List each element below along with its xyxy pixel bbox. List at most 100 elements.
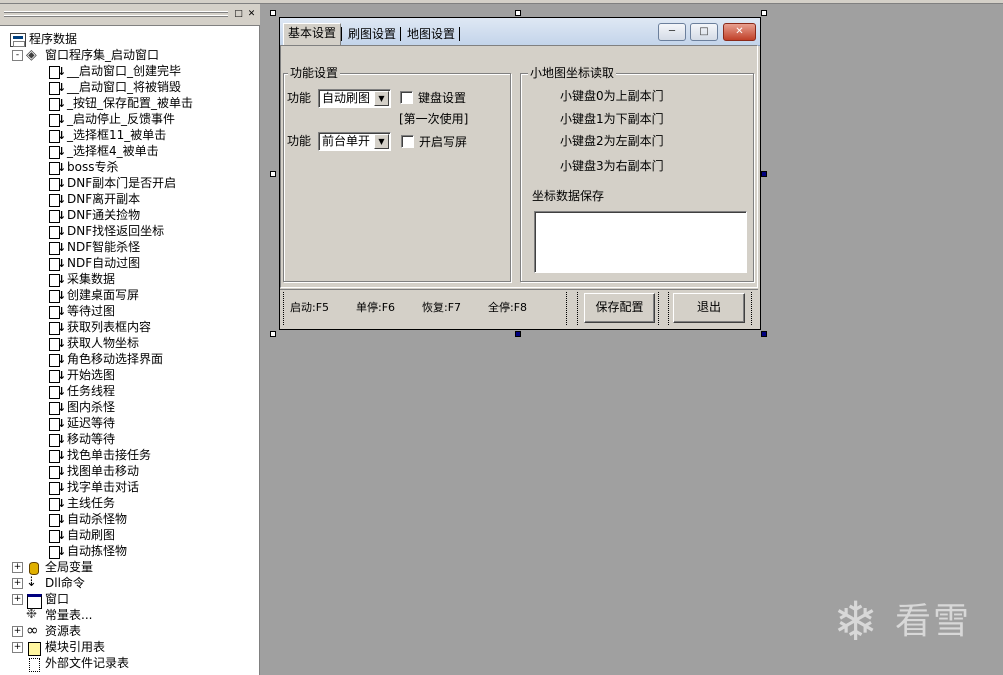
tree-item-subroutine[interactable]: _选择框4_被单击 xyxy=(48,143,159,160)
tree-item-subroutine[interactable]: 开始选图 xyxy=(48,367,115,384)
tab-map-settings[interactable]: 地图设置 xyxy=(403,25,459,45)
resize-handle[interactable] xyxy=(270,171,276,177)
close-icon[interactable]: ✕ xyxy=(246,9,257,20)
tree-item-section[interactable]: + Dll命令 xyxy=(12,575,85,591)
tree-item-subroutine[interactable]: DNF离开副本 xyxy=(48,191,141,208)
expand-icon[interactable]: + xyxy=(12,642,23,653)
expand-icon[interactable]: + xyxy=(12,594,23,605)
tree-item-window-set[interactable]: - 窗口程序集_启动窗口 xyxy=(12,47,159,63)
tree-root[interactable]: 程序数据 xyxy=(10,31,77,47)
resize-handle[interactable] xyxy=(761,171,767,177)
tree-item-subroutine[interactable]: 任务线程 xyxy=(48,383,115,400)
resize-handle[interactable] xyxy=(515,10,521,16)
tree-item-section[interactable]: + 全局变量 xyxy=(12,559,93,575)
tree-item-subroutine[interactable]: 自动拣怪物 xyxy=(48,543,127,560)
tree-item-subroutine[interactable]: __启动窗口_创建完毕 xyxy=(48,63,181,80)
collapse-icon[interactable]: - xyxy=(12,50,23,61)
subroutine-icon xyxy=(48,464,66,480)
tree-item-subroutine[interactable]: 获取列表框内容 xyxy=(48,319,151,336)
subroutine-icon xyxy=(48,224,66,240)
tree-item-subroutine[interactable]: 创建桌面写屏 xyxy=(48,287,139,304)
tree-item-label: DNF通关捡物 xyxy=(67,208,141,222)
hotkey-all-stop: 全停:F8 xyxy=(488,301,528,314)
tree-item-subroutine[interactable]: DNF找怪返回坐标 xyxy=(48,223,164,240)
chevron-down-icon[interactable]: ▼ xyxy=(374,134,389,149)
tree-item-subroutine[interactable]: 主线任务 xyxy=(48,495,115,512)
tree-item-subroutine[interactable]: _按钮_保存配置_被单击 xyxy=(48,95,193,112)
minimize-icon[interactable]: ─ xyxy=(658,23,686,41)
tree-item-subroutine[interactable]: 找图单击移动 xyxy=(48,463,140,480)
tree-item-subroutine[interactable]: 角色移动选择界面 xyxy=(48,351,163,368)
tree-item-subroutine[interactable]: 找字单击对话 xyxy=(48,479,139,496)
keypad-2-hint: 小键盘2为左副本门 xyxy=(560,134,664,148)
tree-item-subroutine[interactable]: 自动刷图 xyxy=(48,527,115,544)
maximize-icon[interactable]: □ xyxy=(690,23,718,41)
tree-item-subroutine[interactable]: NDF自动过图 xyxy=(48,255,140,272)
module-icon xyxy=(26,641,42,656)
label-border xyxy=(577,292,578,325)
screen-write-checkbox[interactable] xyxy=(401,135,414,148)
tab-brush-settings[interactable]: 刷图设置 xyxy=(344,25,400,45)
mode-select[interactable]: 自动刷图 ▼ xyxy=(318,89,391,108)
subroutine-icon xyxy=(48,528,66,544)
subroutine-icon xyxy=(48,64,66,80)
save-config-button[interactable]: 保存配置 xyxy=(584,293,655,323)
tree-item-subroutine[interactable]: 延迟等待 xyxy=(48,415,115,432)
subroutine-icon xyxy=(48,128,66,144)
resize-handle[interactable] xyxy=(761,331,767,337)
keyboard-settings-checkbox[interactable] xyxy=(400,91,413,104)
coords-data-textbox[interactable] xyxy=(534,211,747,273)
chevron-down-icon[interactable]: ▼ xyxy=(374,91,389,106)
tree-item-subroutine[interactable]: 自动杀怪物 xyxy=(48,511,127,528)
tree-item-subroutine[interactable]: 采集数据 xyxy=(48,271,115,288)
mode-select-value: 自动刷图 xyxy=(322,91,371,105)
file-icon xyxy=(26,657,42,672)
tree-item-subroutine[interactable]: boss专杀 xyxy=(48,159,118,176)
restore-icon[interactable]: □ xyxy=(233,9,244,20)
tree-item-section[interactable]: + 资源表 xyxy=(12,622,82,639)
window-set-icon xyxy=(26,47,42,63)
tree-item-label: 资源表 xyxy=(45,624,82,638)
program-data-icon xyxy=(10,32,26,47)
tree-item-subroutine[interactable]: 获取人物坐标 xyxy=(48,335,139,352)
subroutine-icon xyxy=(48,400,66,416)
tree-item-subroutine[interactable]: 图内杀怪 xyxy=(48,399,115,416)
subroutine-icon xyxy=(48,192,66,208)
tree-item-section[interactable]: 外部文件记录表 xyxy=(12,655,129,672)
subroutine-icon xyxy=(48,80,66,96)
hotkey-start: 启动:F5 xyxy=(290,301,330,314)
subroutine-icon xyxy=(48,544,66,560)
tree-item-subroutine[interactable]: _启动停止_反馈事件 xyxy=(48,111,175,128)
tree-item-subroutine[interactable]: NDF智能杀怪 xyxy=(48,239,140,256)
run-mode-select[interactable]: 前台单开 ▼ xyxy=(318,132,391,151)
label-border xyxy=(566,292,567,325)
tree-item-section[interactable]: + 模块引用表 xyxy=(12,639,105,656)
expand-icon[interactable]: + xyxy=(12,578,23,589)
tab-basic-settings[interactable]: 基本设置 xyxy=(283,23,342,45)
tree-item-label: 窗口 xyxy=(45,592,70,606)
expand-icon[interactable]: + xyxy=(12,562,23,573)
tree-item-section[interactable]: 常量表... xyxy=(12,607,92,623)
tree-item-subroutine[interactable]: 等待过图 xyxy=(48,303,115,320)
keypad-1-hint: 小键盘1为下副本门 xyxy=(560,112,664,126)
resize-handle[interactable] xyxy=(761,10,767,16)
tree-item-section[interactable]: + 窗口 xyxy=(12,591,70,609)
subroutine-icon xyxy=(48,304,66,320)
window-close-icon[interactable]: ✕ xyxy=(723,23,756,41)
resize-handle[interactable] xyxy=(515,331,521,337)
tree-item-subroutine[interactable]: 移动等待 xyxy=(48,431,115,448)
expand-icon[interactable]: + xyxy=(12,626,23,637)
tree-item-subroutine[interactable]: DNF通关捡物 xyxy=(48,207,141,224)
resize-handle[interactable] xyxy=(270,331,276,337)
subroutine-icon xyxy=(48,256,66,272)
tree-item-subroutine[interactable]: 找色单击接任务 xyxy=(48,447,151,464)
database-icon xyxy=(26,561,42,575)
tree-item-subroutine[interactable]: DNF副本门是否开启 xyxy=(48,175,176,192)
resize-handle[interactable] xyxy=(270,10,276,16)
subroutine-icon xyxy=(48,416,66,432)
tree-item-subroutine[interactable]: _选择框11_被单击 xyxy=(48,127,166,144)
tree-item-label: 找图单击移动 xyxy=(67,464,140,478)
tree-item-subroutine[interactable]: __启动窗口_将被销毁 xyxy=(48,79,181,96)
tree-item-label: DNF离开副本 xyxy=(67,192,141,206)
exit-button[interactable]: 退出 xyxy=(673,293,745,323)
